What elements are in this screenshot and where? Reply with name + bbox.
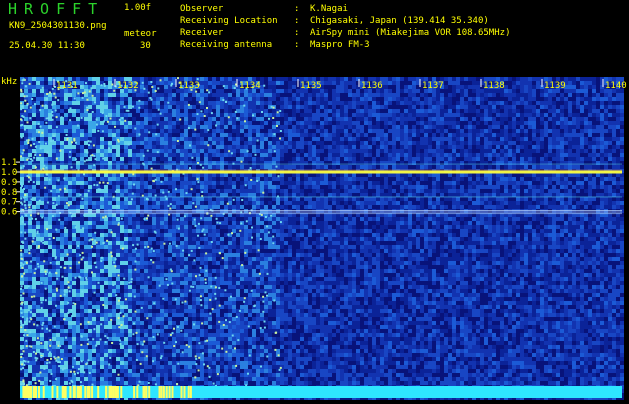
header-panel: HROFFT 1.00f KN9_2504301130.png meteor 2… xyxy=(0,0,629,75)
x-tick-label: 1138 xyxy=(483,81,505,91)
x-tick-label: 1136 xyxy=(361,81,383,91)
info-colon: : xyxy=(294,3,310,15)
noise-field xyxy=(20,77,624,400)
spectrogram: 1131 1132 1133 1134 1135 1136 1137 1138 1139 1140… xyxy=(0,75,629,400)
info-colon: : xyxy=(294,39,310,51)
x-tick-label: 1133 xyxy=(178,81,200,91)
info-key: Receiving Location xyxy=(180,15,294,27)
version-label: 1.00f xyxy=(124,3,151,13)
station-info: Observer:K.Nagai Receiving Location:Chig… xyxy=(180,3,510,51)
info-key: Receiving antenna xyxy=(180,39,294,51)
spectrogram-panel: 1131 1132 1133 1134 1135 1136 1137 1138 1139 1140… xyxy=(0,75,629,400)
x-tick-label: 1134 xyxy=(239,81,261,91)
info-row-receiver: Receiver:AirSpy mini (Miakejima VOR 108.… xyxy=(180,27,510,39)
info-colon: : xyxy=(294,15,310,27)
y-tick-label: 0.7 xyxy=(1,198,17,208)
y-axis: 1.11.00.90.80.70.6 xyxy=(1,158,20,218)
x-tick-label: 1132 xyxy=(117,81,139,91)
y-tick-label: 0.6 xyxy=(1,208,17,218)
info-value: Maspro FM-3 xyxy=(310,40,370,50)
x-tick-label: 1137 xyxy=(422,81,444,91)
info-value: Chigasaki, Japan (139.414 35.340) xyxy=(310,16,489,26)
info-row-observer: Observer:K.Nagai xyxy=(180,3,510,15)
info-value: AirSpy mini (Miakejima VOR 108.65MHz) xyxy=(310,28,510,38)
y-tick-label: 1.0 xyxy=(1,168,17,178)
app-title: HROFFT xyxy=(8,0,104,18)
info-key: Observer xyxy=(180,3,294,15)
y-tick-label: 0.9 xyxy=(1,178,17,188)
x-tick-label: 1131 xyxy=(56,81,78,91)
info-colon: : xyxy=(294,27,310,39)
x-tick-label: 1140 xyxy=(605,81,627,91)
y-tick-label: 1.1 xyxy=(1,158,17,168)
meteor-label: meteor xyxy=(124,29,157,39)
meteor-count: 30 xyxy=(140,41,151,51)
file-name: KN9_2504301130.png xyxy=(9,21,107,31)
x-tick-label: 1135 xyxy=(300,81,322,91)
info-key: Receiver xyxy=(180,27,294,39)
info-value: K.Nagai xyxy=(310,4,348,14)
x-tick-label: 1139 xyxy=(544,81,566,91)
datetime: 25.04.30 11:30 xyxy=(9,41,85,51)
info-row-antenna: Receiving antenna:Maspro FM-3 xyxy=(180,39,510,51)
info-row-location: Receiving Location:Chigasaki, Japan (139… xyxy=(180,15,510,27)
y-unit-label: kHz xyxy=(1,77,17,87)
y-tick-label: 0.8 xyxy=(1,188,17,198)
